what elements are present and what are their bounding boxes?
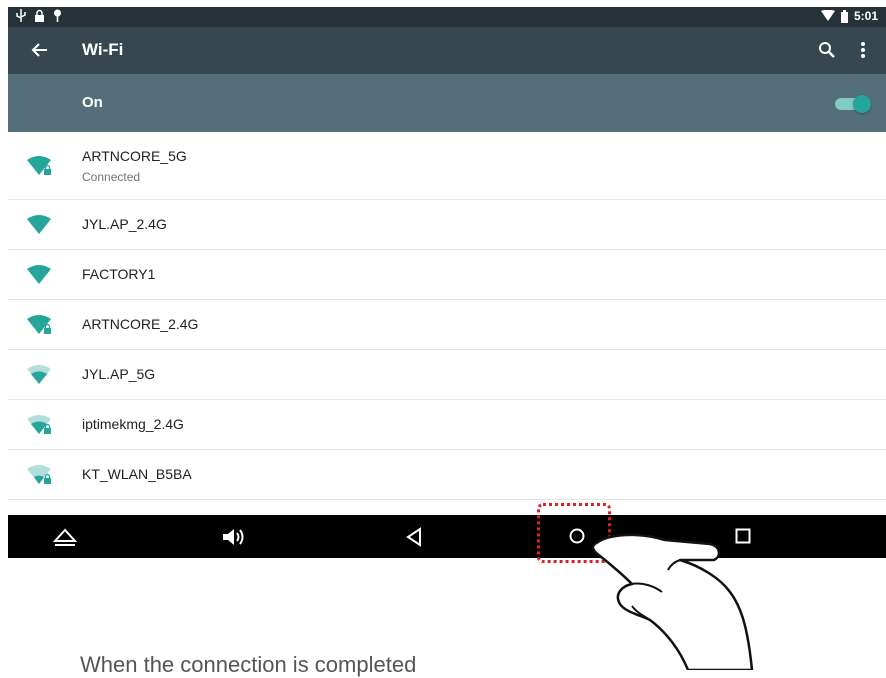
network-ssid: KT_WLAN_B5BA	[82, 466, 192, 482]
android-screen: 5:01 Wi-Fi On ARTNCORE_5G Connected JYL.AP…	[8, 7, 886, 500]
back-icon[interactable]	[405, 527, 423, 547]
status-time: 5:01	[853, 9, 878, 23]
network-list-item[interactable]: JYL.AP_2.4G	[8, 200, 886, 250]
usb-icon	[16, 9, 26, 22]
wifi-toggle-label: On	[82, 94, 103, 111]
network-list-item[interactable]: ARTNCORE_5G Connected	[8, 132, 886, 200]
wifi-signal-icon	[27, 315, 51, 334]
wifi-signal-icon	[27, 415, 51, 434]
wifi-signal-icon	[27, 215, 51, 234]
wifi-signal-icon	[27, 365, 51, 384]
network-ssid: JYL.AP_2.4G	[82, 216, 167, 232]
pointing-hand-illustration	[591, 533, 754, 670]
network-list: ARTNCORE_5G Connected JYL.AP_2.4G FACTORY1 A…	[8, 132, 886, 500]
wifi-toggle-switch[interactable]	[835, 95, 871, 113]
network-status: Connected	[82, 170, 141, 184]
network-list-item[interactable]: JYL.AP_5G	[8, 350, 886, 400]
network-ssid: JYL.AP_5G	[82, 366, 156, 382]
wifi-signal-icon	[27, 156, 51, 175]
notification-icon	[54, 9, 61, 22]
wifi-signal-icon	[27, 265, 51, 284]
wifi-signal-icon	[27, 465, 51, 484]
network-list-item[interactable]: iptimekmg_2.4G	[8, 400, 886, 450]
status-bar: 5:01	[8, 7, 886, 27]
more-options-icon[interactable]	[859, 39, 867, 61]
battery-icon	[840, 9, 848, 23]
page-title: Wi-Fi	[82, 40, 124, 59]
network-list-item[interactable]: KT_WLAN_B5BA	[8, 450, 886, 500]
instruction-caption: When the connection is completed	[80, 652, 417, 677]
network-ssid: FACTORY1	[82, 266, 156, 282]
eject-icon[interactable]	[52, 527, 78, 547]
wifi-toggle-bar[interactable]: On	[8, 74, 886, 132]
volume-icon[interactable]	[221, 526, 247, 548]
arrow-back-icon[interactable]	[28, 39, 50, 61]
search-icon[interactable]	[816, 39, 838, 61]
app-toolbar: Wi-Fi	[8, 27, 886, 74]
wifi-signal-icon	[820, 10, 835, 21]
network-ssid: ARTNCORE_2.4G	[82, 316, 199, 332]
network-ssid: iptimekmg_2.4G	[82, 416, 184, 432]
lock-icon	[35, 9, 44, 22]
network-list-item[interactable]: FACTORY1	[8, 250, 886, 300]
network-list-item[interactable]: ARTNCORE_2.4G	[8, 300, 886, 350]
network-ssid: ARTNCORE_5G	[82, 148, 187, 164]
